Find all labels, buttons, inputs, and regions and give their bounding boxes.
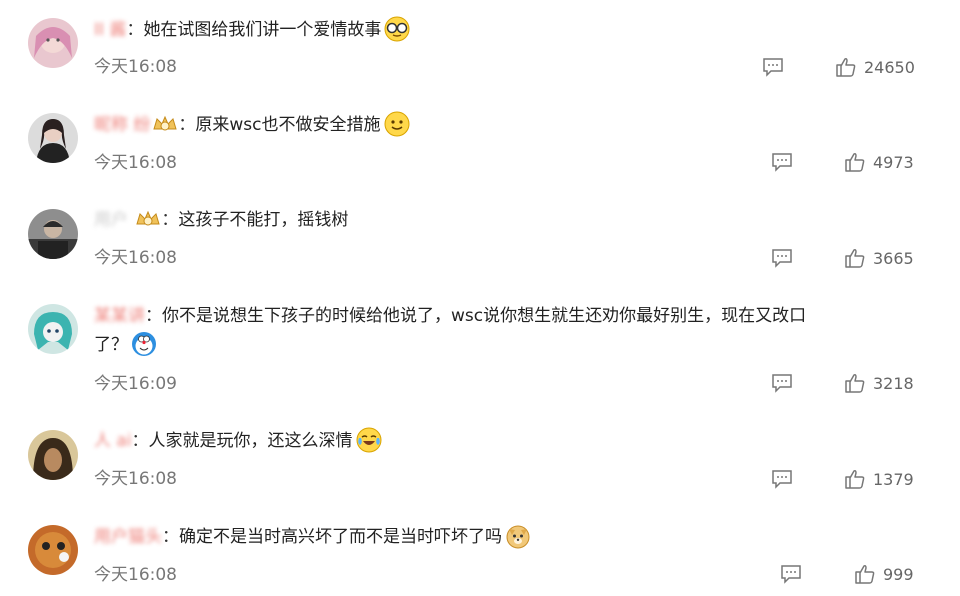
username[interactable]: 用户猫头 [94, 527, 162, 547]
colon: ： [162, 527, 179, 547]
username[interactable]: II 酱 [94, 20, 126, 40]
avatar[interactable] [28, 18, 78, 68]
smile-emoji-icon [384, 111, 410, 137]
like-icon[interactable] [836, 57, 856, 77]
like-count: 1379 [873, 470, 914, 489]
colon: ： [178, 115, 196, 135]
nerd-glasses-emoji-icon [384, 16, 410, 42]
like-count: 24650 [864, 58, 915, 77]
reply-icon[interactable] [771, 373, 793, 393]
reply-icon[interactable] [780, 564, 802, 584]
colon: ： [126, 20, 144, 40]
reply-icon[interactable] [762, 57, 784, 77]
comment-text: 确定不是当时高兴坏了而不是当时吓坏了吗 [179, 527, 502, 547]
comment-time: 今天16:08 [94, 565, 177, 585]
like-count: 3218 [873, 374, 914, 393]
colon: ： [145, 306, 162, 326]
fan-badge-icon [153, 115, 178, 131]
comment-text-continued: 了？ [94, 335, 128, 355]
comment-text: 你不是说想生下孩子的时候给他说了，wsc说你想生就生还劝你最好别生，现在又改口 [162, 306, 807, 326]
reply-icon[interactable] [771, 152, 793, 172]
tears-of-joy-emoji-icon [356, 427, 382, 453]
avatar[interactable] [28, 525, 78, 575]
comment-time: 今天16:08 [94, 153, 177, 173]
comment-text: 这孩子不能打，摇钱树 [178, 210, 349, 230]
like-icon[interactable] [845, 248, 865, 268]
like-icon[interactable] [845, 152, 865, 172]
avatar[interactable] [28, 113, 78, 163]
comment-text: 原来wsc也不做安全措施 [195, 115, 381, 135]
comment-time: 今天16:08 [94, 248, 177, 268]
like-count: 4973 [873, 153, 914, 172]
avatar[interactable] [28, 209, 78, 259]
avatar[interactable] [28, 304, 78, 354]
username[interactable]: 某某讲 [94, 306, 145, 326]
comment-text: 她在试图给我们讲一个爱情故事 [143, 20, 382, 40]
doge-emoji-icon [506, 525, 530, 549]
username[interactable]: 昵称 纷 [94, 115, 150, 135]
reply-icon[interactable] [771, 469, 793, 489]
doraemon-emoji-icon [132, 332, 156, 356]
like-count: 3665 [873, 249, 914, 268]
comment-time: 今天16:08 [94, 57, 177, 77]
colon: ： [161, 210, 179, 230]
like-icon[interactable] [845, 469, 865, 489]
comment-text: 人家就是玩你，还这么深情 [148, 431, 353, 451]
comment-time: 今天16:08 [94, 469, 177, 489]
like-icon[interactable] [855, 564, 875, 584]
comment-time: 今天16:09 [94, 374, 177, 394]
like-icon[interactable] [845, 373, 865, 393]
like-count: 999 [883, 565, 914, 584]
username[interactable]: 用户 [94, 210, 133, 230]
fan-badge-icon [136, 210, 161, 226]
username[interactable]: 人 ai [94, 431, 132, 451]
colon: ： [131, 431, 149, 451]
avatar[interactable] [28, 430, 78, 480]
reply-icon[interactable] [771, 248, 793, 268]
